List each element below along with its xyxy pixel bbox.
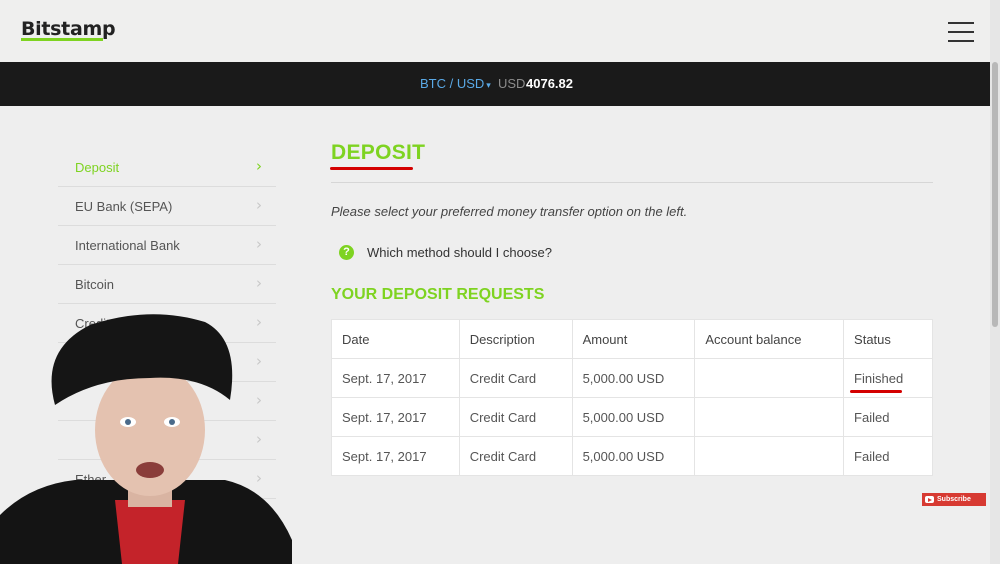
cell-description: Credit Card [458,397,573,437]
price-value: 4076.82 [526,76,573,91]
cell-date: Sept. 17, 2017 [331,358,460,398]
chevron-right-icon: › [256,157,262,175]
table-row: Sept. 17, 2017 Credit Card 5,000.00 USD … [331,397,933,437]
method-help-link[interactable]: Which method should I choose? [367,245,552,260]
chevron-down-icon: ▾ [486,80,491,90]
table-header-row: Date Description Amount Account balance … [331,319,933,359]
play-icon [925,496,934,503]
presenter-webcam-overlay [0,314,292,564]
sidebar-item-bitcoin[interactable]: Bitcoin › [58,265,276,304]
title-divider [331,182,933,183]
subscribe-button[interactable]: Subscribe [922,493,986,506]
cell-date: Sept. 17, 2017 [331,397,460,437]
presenter-shirt [115,500,185,564]
sidebar-item-label: EU Bank (SEPA) [75,199,173,214]
page-title: DEPOSIT [331,141,426,164]
currency-pair-label: BTC / USD [420,76,485,91]
column-header-account-balance: Account balance [694,319,845,359]
table-row: Sept. 17, 2017 Credit Card 5,000.00 USD … [331,436,933,476]
top-header: Bitstamp [0,0,990,62]
bitstamp-logo[interactable]: Bitstamp [21,18,116,40]
cell-status: Failed [843,397,933,437]
sidebar-item-deposit[interactable]: Deposit › [58,148,276,187]
deposit-requests-heading: YOUR DEPOSIT REQUESTS [331,286,545,303]
cell-description: Credit Card [458,436,573,476]
cell-amount: 5,000.00 USD [571,436,696,476]
sidebar-item-international-bank[interactable]: International Bank › [58,226,276,265]
sidebar-item-label: Bitcoin [75,277,115,292]
chevron-right-icon: › [256,274,262,292]
cell-amount: 5,000.00 USD [571,397,696,437]
deposit-requests-table: Date Description Amount Account balance … [331,319,933,476]
sidebar-item-label: International Bank [75,238,180,253]
cell-description: Credit Card [458,358,573,398]
ticker-bar: BTC / USD ▾ USD 4076.82 [0,62,990,106]
presenter-mouth [136,462,164,478]
chevron-right-icon: › [256,235,262,253]
cell-status: Failed [843,436,933,476]
price-currency: USD [498,76,526,91]
column-header-status: Status [843,319,933,359]
scrollbar-thumb[interactable] [992,62,998,327]
cell-date: Sept. 17, 2017 [331,436,460,476]
logo-underline [21,38,103,41]
cell-account-balance [694,436,845,476]
red-annotation-underline [850,390,902,393]
cell-account-balance [694,397,845,437]
currency-pair-selector[interactable]: BTC / USD ▾ [420,76,491,91]
table-row: Sept. 17, 2017 Credit Card 5,000.00 USD … [331,358,933,398]
hamburger-menu-icon[interactable] [948,22,974,42]
question-icon[interactable]: ? [339,245,354,260]
column-header-description: Description [458,319,573,359]
deposit-instructions: Please select your preferred money trans… [331,204,688,219]
sidebar-item-eu-bank[interactable]: EU Bank (SEPA) › [58,187,276,226]
cell-account-balance [694,358,845,398]
column-header-amount: Amount [571,319,696,359]
cell-amount: 5,000.00 USD [571,358,696,398]
presenter-pupil [169,419,175,425]
chevron-right-icon: › [256,196,262,214]
presenter-pupil [125,419,131,425]
red-annotation-underline [330,167,413,170]
sidebar-item-label: Deposit [75,160,120,175]
column-header-date: Date [331,319,460,359]
subscribe-label: Subscribe [937,496,971,503]
